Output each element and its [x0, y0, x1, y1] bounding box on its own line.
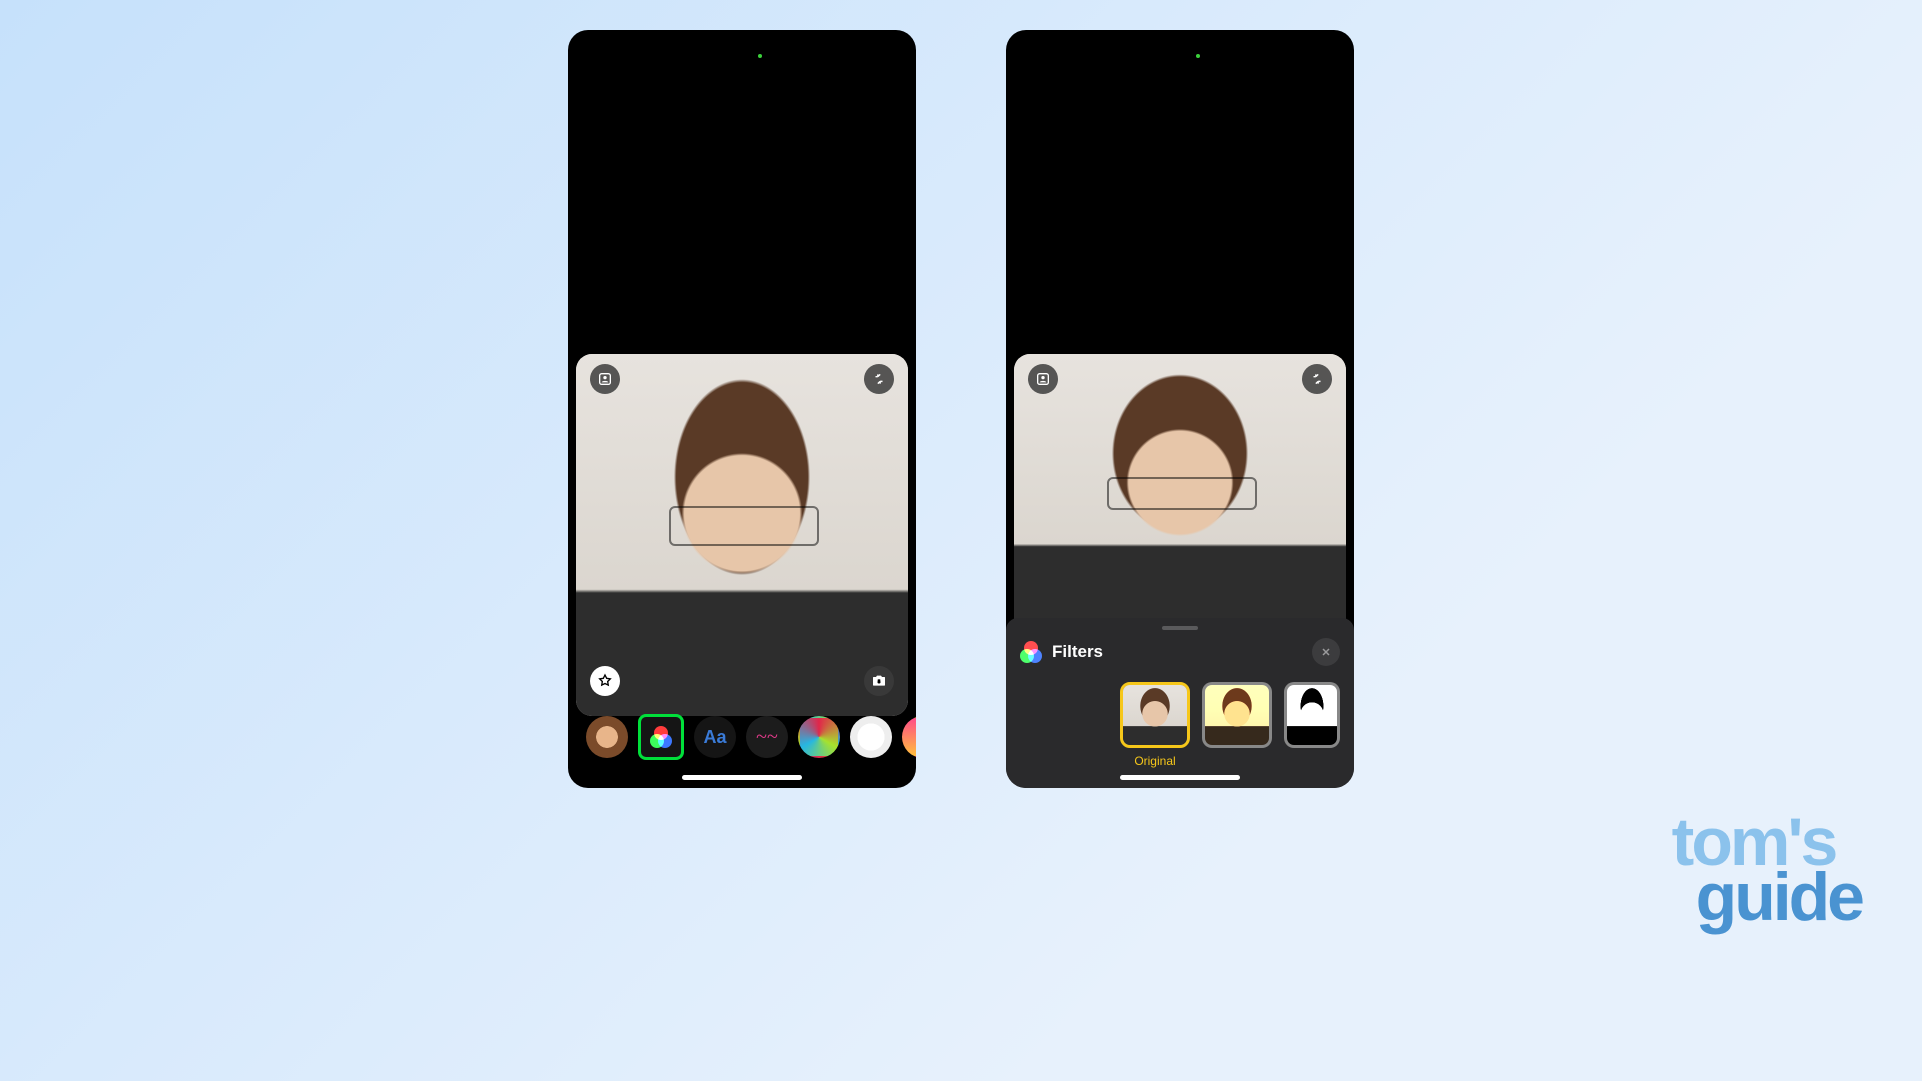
- filters-effect-button[interactable]: [638, 714, 684, 760]
- selfie-preview: [1014, 354, 1346, 646]
- filters-panel: Filters Original: [1006, 618, 1354, 788]
- close-icon: [1320, 646, 1332, 658]
- filter-thumbnails: Original: [1020, 682, 1340, 768]
- effects-row: Aa ~~ eb: [568, 714, 916, 760]
- home-indicator[interactable]: [1120, 775, 1240, 780]
- text-icon: Aa: [703, 727, 726, 748]
- compress-icon: [872, 372, 886, 386]
- toms-guide-logo: tom's guide: [1672, 815, 1862, 927]
- filter-label: Original: [1134, 754, 1175, 768]
- panel-grabber[interactable]: [1162, 626, 1198, 630]
- panel-title: Filters: [1052, 642, 1302, 662]
- shapes-icon: ~~: [756, 726, 778, 749]
- memoji-effect-button[interactable]: [586, 716, 628, 758]
- filters-icon: [650, 726, 672, 748]
- star-icon: [597, 673, 613, 689]
- camera-indicator-dot: [758, 54, 762, 58]
- person-icon: [597, 371, 613, 387]
- center-stage-button[interactable]: [590, 364, 620, 394]
- close-panel-button[interactable]: [1312, 638, 1340, 666]
- compress-icon: [1310, 372, 1324, 386]
- filters-icon: [1020, 641, 1042, 663]
- filter-thumb: [1202, 682, 1272, 748]
- filter-thumb: [1120, 682, 1190, 748]
- filter-thumb: [1284, 682, 1340, 748]
- person-icon: [1035, 371, 1051, 387]
- flip-camera-button[interactable]: [864, 666, 894, 696]
- panel-header: Filters: [1020, 638, 1340, 666]
- activity-effect-button[interactable]: [798, 716, 840, 758]
- text-effect-button[interactable]: Aa: [694, 716, 736, 758]
- selfie-image: [1014, 354, 1346, 646]
- flip-camera-icon: [871, 673, 887, 689]
- message-stickers-effect-button[interactable]: [902, 716, 916, 758]
- center-stage-button[interactable]: [1028, 364, 1058, 394]
- phone-right-filters-panel: Filters Original: [1006, 30, 1354, 788]
- minimize-button[interactable]: [1302, 364, 1332, 394]
- memoji-stickers-effect-button[interactable]: [850, 716, 892, 758]
- selfie-preview: [576, 354, 908, 716]
- filter-option-2[interactable]: [1202, 682, 1272, 768]
- filter-option-3[interactable]: [1284, 682, 1340, 768]
- filter-option-original[interactable]: Original: [1120, 682, 1190, 768]
- camera-indicator-dot: [1196, 54, 1200, 58]
- shapes-effect-button[interactable]: ~~: [746, 716, 788, 758]
- effects-button[interactable]: [590, 666, 620, 696]
- logo-line2: guide: [1696, 870, 1862, 926]
- home-indicator[interactable]: [682, 775, 802, 780]
- phone-left-effects-row: Aa ~~ eb: [568, 30, 916, 788]
- selfie-image: [576, 354, 908, 716]
- minimize-button[interactable]: [864, 364, 894, 394]
